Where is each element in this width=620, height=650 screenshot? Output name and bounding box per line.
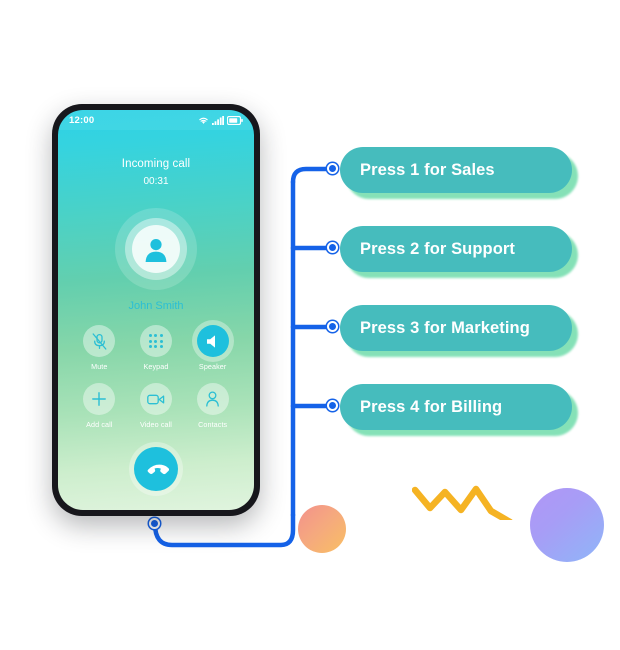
avatar-ring-inner (132, 225, 180, 273)
connector-bottom-curve (152, 512, 296, 548)
menu-option-1[interactable]: Press 1 for Sales (340, 147, 572, 193)
speaker-icon (206, 334, 215, 348)
ivr-call-flow-illustration: 12:00 Incoming call 00:31 John Smith Mut… (0, 0, 620, 650)
battery-icon (227, 115, 243, 125)
call-status-title: Incoming call (121, 158, 191, 170)
control-speaker[interactable]: Speaker (184, 325, 241, 371)
node-dot-option-1[interactable] (327, 163, 338, 174)
video-call-button[interactable] (139, 383, 172, 415)
video-camera-icon (147, 394, 165, 404)
end-call-button[interactable] (134, 447, 178, 491)
call-timer: 00:31 (143, 176, 169, 187)
signal-icon (212, 115, 224, 125)
control-label: Keypad (143, 362, 169, 371)
control-label: Add call (86, 420, 113, 429)
control-label: Speaker (198, 362, 227, 371)
menu-option-4[interactable]: Press 4 for Billing (340, 384, 572, 430)
control-add-call[interactable]: Add call (71, 383, 128, 429)
caller-name: John Smith (128, 300, 184, 312)
control-keypad[interactable]: Keypad (128, 325, 185, 371)
speaker-button[interactable] (196, 325, 229, 357)
menu-option-2[interactable]: Press 2 for Support (340, 226, 572, 272)
keypad-button[interactable] (139, 325, 172, 357)
control-label: Contacts (198, 420, 228, 429)
decorative-zigzag (412, 485, 513, 520)
decorative-orange-circle (298, 505, 346, 553)
status-bar-time: 12:00 (69, 114, 95, 126)
avatar (115, 208, 197, 290)
control-label: Video call (139, 420, 173, 429)
status-bar-icons (198, 115, 243, 125)
menu-option-label: Press 4 for Billing (360, 397, 503, 416)
contact-person-icon (206, 391, 220, 407)
node-dot-option-3[interactable] (327, 321, 338, 332)
control-video-call[interactable]: Video call (128, 383, 185, 429)
status-bar: 12:00 (58, 110, 254, 130)
person-avatar-icon (145, 239, 167, 262)
avatar-ring-mid (125, 218, 187, 280)
control-contacts[interactable]: Contacts (184, 383, 241, 429)
control-label: Mute (91, 362, 108, 371)
node-dot-option-2[interactable] (327, 242, 338, 253)
node-dot-phone-source[interactable] (149, 518, 160, 529)
contacts-button[interactable] (196, 383, 229, 415)
decorative-purple-circle (530, 488, 604, 562)
add-call-button[interactable] (83, 383, 116, 415)
plus-icon (92, 392, 107, 406)
keypad-dots-icon (148, 333, 164, 349)
call-controls-grid: Mute Keypad Speaker Add call Video call … (71, 325, 241, 429)
wifi-icon (199, 117, 208, 124)
control-mute[interactable]: Mute (71, 325, 128, 371)
connector-branch-1 (290, 166, 333, 185)
menu-option-label: Press 2 for Support (360, 239, 516, 258)
mute-button[interactable] (83, 325, 116, 357)
microphone-muted-icon (92, 332, 107, 350)
phone-mockup: 12:00 Incoming call 00:31 John Smith Mut… (52, 104, 260, 516)
menu-option-label: Press 1 for Sales (360, 160, 495, 179)
phone-hangup-icon (147, 464, 169, 474)
menu-option-3[interactable]: Press 3 for Marketing (340, 305, 572, 351)
phone-screen: 12:00 Incoming call 00:31 John Smith Mut… (58, 110, 254, 510)
menu-option-label: Press 3 for Marketing (360, 318, 530, 337)
node-dot-option-4[interactable] (327, 400, 338, 411)
